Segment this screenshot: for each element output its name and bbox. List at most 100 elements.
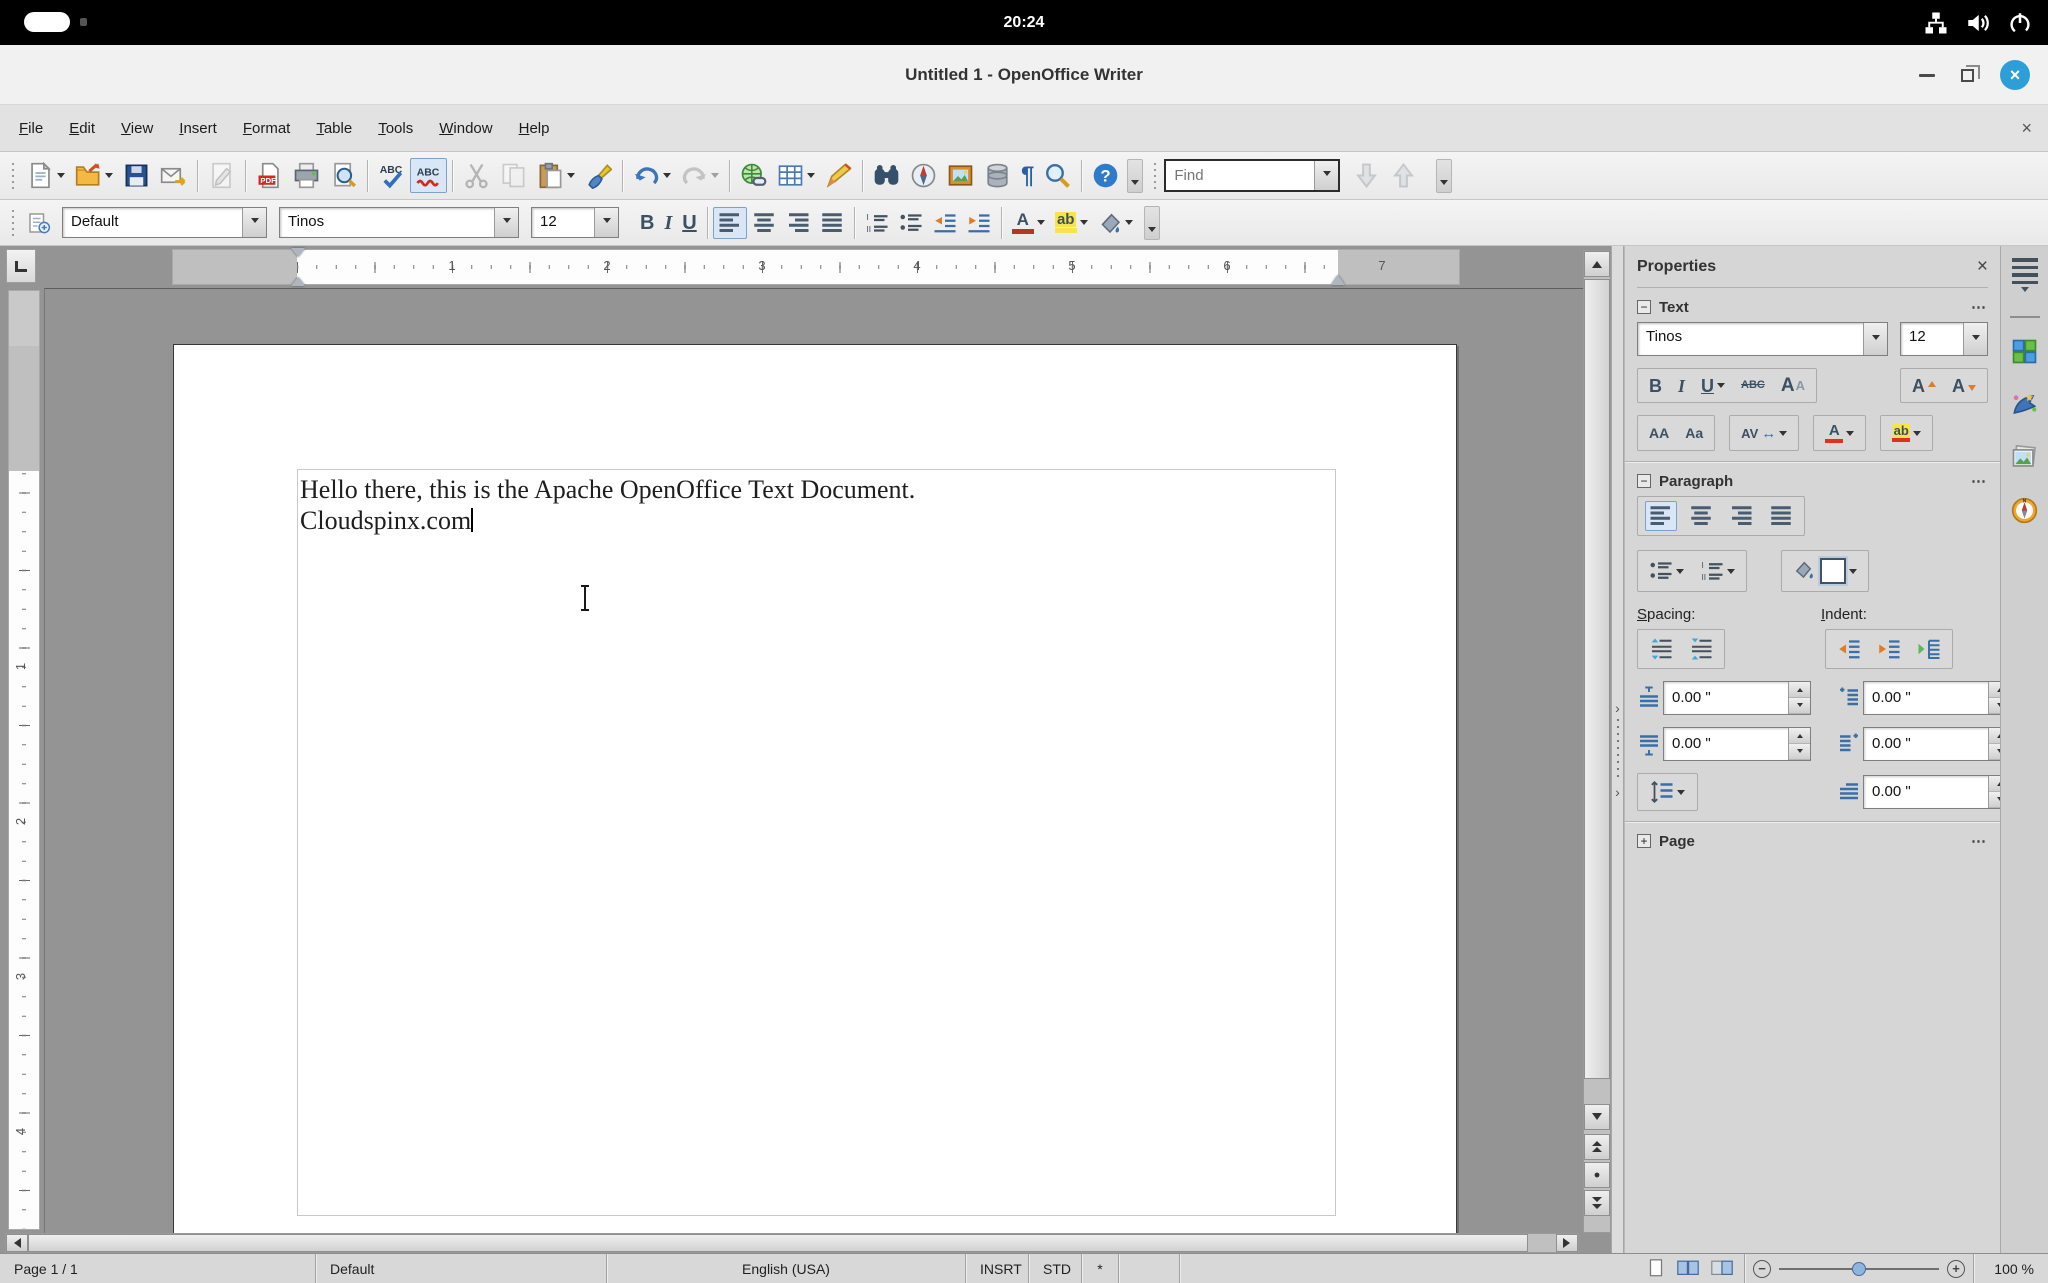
modified-flag[interactable]: * [1082,1261,1118,1277]
paragraph-section-more-button[interactable]: ⋯ [1971,472,1988,490]
sidebar-font-name-dropdown[interactable] [1863,323,1887,355]
new-dropdown-arrow[interactable] [57,173,65,182]
sidebar-font-color-button[interactable]: A [1821,420,1858,446]
edit-file-button[interactable] [203,158,240,193]
find-toolbar-grip[interactable] [1152,163,1158,189]
page-section-expand-button[interactable]: + [1637,834,1651,848]
font-size-dropdown[interactable] [594,208,618,237]
sidebar-bullet-list-button[interactable] [1645,556,1688,586]
right-indent-marker[interactable] [1331,268,1345,285]
help-button[interactable]: ? [1087,158,1124,193]
insert-table-button[interactable] [772,158,820,193]
sidebar-italic-button[interactable]: I [1674,374,1689,398]
styles-button[interactable] [22,207,56,239]
email-button[interactable] [155,158,192,193]
tab-gallery-icon[interactable] [2011,444,2038,471]
sidebar-highlighting-button[interactable]: ab [1888,421,1925,445]
menu-table[interactable]: Table [303,115,365,142]
vertical-ruler[interactable]: 1 2 3 4 [8,290,40,1230]
menu-format[interactable]: Format [230,115,304,142]
decrease-font-size-button[interactable]: A [1948,374,1980,398]
spin-up[interactable] [1789,728,1810,744]
sidebar-font-color-dropdown[interactable] [1846,431,1854,440]
save-button[interactable] [118,158,155,193]
menu-tools[interactable]: Tools [365,115,426,142]
line-spacing-dropdown[interactable] [1677,790,1685,799]
menu-view[interactable]: View [108,115,166,142]
document-viewport[interactable]: Hello there, this is the Apache OpenOffi… [44,288,1583,1233]
view-single-page-button[interactable] [1646,1258,1666,1280]
minimize-button[interactable] [1919,74,1935,77]
decrease-paragraph-spacing-button[interactable] [1685,634,1717,664]
sidebar-splitter[interactable]: › › [1611,246,1624,1253]
sidebar-font-size-dropdown[interactable] [1963,323,1987,355]
increase-indent-button[interactable] [962,207,996,239]
sidebar-close-button[interactable]: × [1977,257,1988,276]
vertical-scrollbar-thumb[interactable] [1584,279,1610,1079]
background-color-dropdown[interactable] [1125,220,1133,229]
vertical-scrollbar[interactable] [1583,250,1611,1233]
find-toolbar-options-button[interactable] [1436,159,1452,193]
zoom-button[interactable] [1039,158,1076,193]
scroll-right-button[interactable] [1556,1234,1578,1252]
nonprinting-characters-button[interactable]: ¶ [1016,160,1039,192]
paragraph-section-collapse-button[interactable]: − [1637,474,1651,488]
tab-properties-icon[interactable] [2011,338,2038,365]
align-left-button[interactable] [713,207,747,239]
power-icon[interactable] [2008,11,2032,35]
close-window-button[interactable]: × [2000,60,2030,90]
restore-button[interactable] [1961,69,1974,82]
close-document-icon[interactable]: × [2021,119,2032,137]
draw-functions-button[interactable] [820,158,857,193]
paste-dropdown-arrow[interactable] [567,173,575,182]
above-paragraph-spacing-value[interactable]: 0.00 " [1664,682,1788,714]
first-line-indent-value[interactable]: 0.00 " [1864,776,1988,808]
sidebar-increase-indent-button[interactable] [1873,634,1905,664]
spin-up[interactable] [1789,682,1810,698]
font-name-value[interactable]: Tinos [280,208,494,237]
selection-mode-status[interactable]: STD [1029,1261,1081,1277]
redo-dropdown-arrow[interactable] [711,173,719,182]
page-count[interactable]: Page 1 / 1 [0,1261,315,1277]
scroll-down-button[interactable] [1584,1104,1610,1130]
sidebar-decrease-indent-button[interactable] [1833,634,1865,664]
underline-dropdown[interactable] [1717,383,1725,392]
sidebar-align-right-button[interactable] [1725,501,1757,531]
left-indent-marker[interactable] [291,270,305,286]
sidebar-align-left-button[interactable] [1645,501,1677,531]
language-status[interactable]: English (USA) [607,1261,965,1277]
menu-window[interactable]: Window [426,115,505,142]
sidebar-underline-button[interactable]: U [1697,374,1729,398]
find-replace-button[interactable] [868,158,905,193]
highlighting-dropdown[interactable] [1080,220,1088,229]
navigation-button[interactable] [1584,1162,1610,1188]
navigator-button[interactable] [905,158,942,193]
align-justify-button[interactable] [815,207,849,239]
horizontal-scrollbar-thumb[interactable] [28,1234,1528,1252]
data-sources-button[interactable] [979,158,1016,193]
export-pdf-button[interactable]: PDF [251,158,288,193]
text-area[interactable]: Hello there, this is the Apache OpenOffi… [297,469,1336,1216]
character-spacing-dropdown[interactable] [1779,431,1787,440]
find-dropdown-button[interactable] [1314,161,1338,190]
document-page[interactable]: Hello there, this is the Apache OpenOffi… [173,344,1457,1233]
paragraph-background-dropdown[interactable] [1849,569,1857,578]
text-section-more-button[interactable]: ⋯ [1971,298,1988,316]
sidebar-font-size-value[interactable]: 12 [1901,323,1963,355]
sidebar-bold-button[interactable]: B [1645,374,1666,398]
zoom-in-button[interactable]: + [1947,1260,1965,1278]
insert-mode-status[interactable]: INSRT [966,1261,1028,1277]
gallery-button[interactable] [942,158,979,193]
cut-button[interactable] [458,158,495,193]
uppercase-button[interactable]: AA [1645,423,1673,443]
increase-paragraph-spacing-button[interactable] [1645,634,1677,664]
network-icon[interactable] [1924,11,1948,35]
print-button[interactable] [288,158,325,193]
sidebar-menu-button[interactable] [2012,256,2038,296]
below-paragraph-spacing-value[interactable]: 0.00 " [1664,728,1788,760]
toolbar-options-button[interactable] [1127,159,1143,193]
spin-down[interactable] [1789,744,1810,760]
paragraph-style-value[interactable]: Default [63,208,242,237]
spellcheck-button[interactable]: ABC [373,158,410,193]
menu-insert[interactable]: Insert [166,115,230,142]
